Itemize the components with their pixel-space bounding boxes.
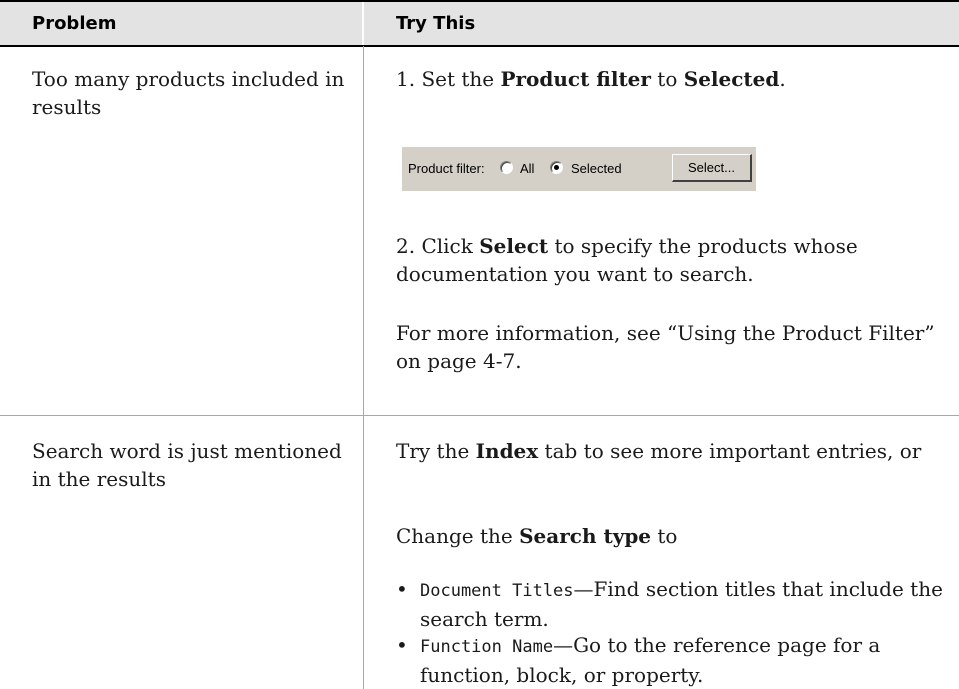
header-cell-problem: Problem: [0, 0, 362, 46]
troubleshooting-table: Problem Try This Too many products inclu…: [0, 0, 959, 689]
bullet-1-text: Document Titles—Find section titles that…: [420, 577, 943, 631]
header-try-this: Try This: [396, 13, 476, 34]
radio-selected-label: Selected: [571, 161, 622, 176]
row-divider: [0, 415, 959, 416]
row1-step2: 2. Click Select to specify the products …: [396, 234, 858, 286]
radio-all[interactable]: [500, 161, 513, 174]
radio-all-label: All: [520, 161, 535, 176]
select-button[interactable]: Select...: [672, 154, 752, 182]
row1-step1: 1. Set the Product filter to Selected.: [396, 67, 786, 91]
row1-problem: Too many products included in results: [32, 67, 345, 119]
row2-change: Change the Search type to: [396, 524, 678, 548]
bullet-icon: •: [396, 633, 408, 657]
column-divider: [363, 46, 364, 689]
row2-index: Try the Index tab to see more important …: [396, 439, 922, 463]
product-filter-widget: Product filter: All Selected Select...: [402, 147, 756, 191]
product-filter-label: Product filter:: [408, 161, 485, 176]
code-function-name: Function Name: [420, 637, 554, 657]
bullet-2-text: Function Name—Go to the reference page f…: [420, 633, 881, 687]
header-rule: [0, 45, 959, 47]
table-top-rule: [0, 0, 959, 2]
radio-selected[interactable]: [550, 161, 563, 174]
row1-more-info: For more information, see “Using the Pro…: [396, 321, 935, 373]
header-cell-try-this: Try This: [364, 0, 959, 46]
header-problem: Problem: [32, 13, 117, 34]
row2-problem: Search word is just mentioned in the res…: [32, 439, 342, 491]
bullet-icon: •: [396, 577, 408, 601]
code-document-titles: Document Titles: [420, 581, 574, 601]
